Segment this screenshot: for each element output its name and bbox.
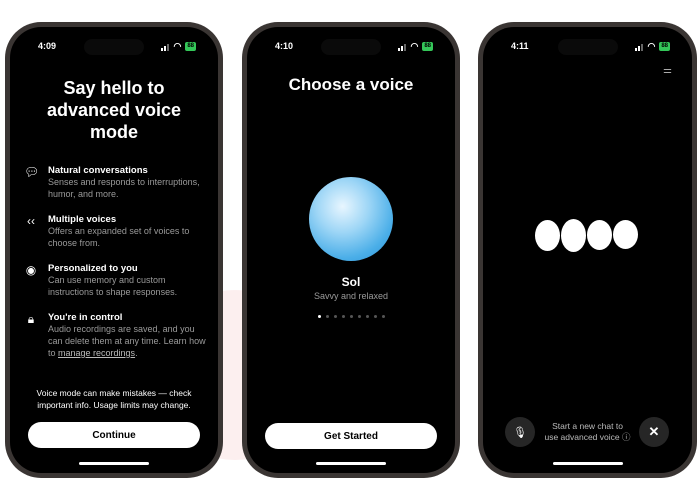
phone-choose-voice: 4:10 ◠ 88 Choose a voice Sol Savvy and re… (242, 22, 460, 478)
info-icon[interactable]: ⓘ (622, 432, 631, 442)
status-bar: 4:11 ◠ 88 (483, 39, 692, 55)
new-chat-hint: Start a new chat to use advanced voice ⓘ (544, 421, 631, 442)
voice-orb[interactable] (309, 177, 393, 261)
wifi-icon: ◠ (647, 41, 656, 51)
feature-natural: 💬︎ Natural conversations Senses and respon… (24, 165, 200, 199)
close-button[interactable]: ✕ (639, 417, 669, 447)
battery-icon: 88 (659, 42, 670, 51)
page-indicator[interactable] (247, 315, 455, 318)
wifi-icon: ◠ (410, 41, 419, 51)
phone-voice-mode: 4:11 ◠ 88 ⚌ 🎙︎ Start a new chat to use adv… (478, 22, 697, 478)
continue-button[interactable]: Continue (28, 422, 200, 448)
get-started-button[interactable]: Get Started (265, 423, 437, 449)
voice-visualizer (535, 219, 638, 252)
settings-sliders-icon[interactable]: ⚌ (663, 65, 672, 76)
page-dot[interactable] (317, 315, 321, 318)
feature-voices: ‹‹ Multiple voices Offers an expanded set … (24, 214, 208, 249)
page-dot[interactable] (373, 315, 377, 318)
page-title: Choose a voice (288, 75, 414, 94)
phone-intro: 4:09 ◠ 88 Say hello to advanced voice mode … (5, 22, 223, 478)
page-dot[interactable] (349, 315, 353, 318)
battery-icon: 88 (422, 42, 433, 51)
person-circle-icon: ◉ (25, 263, 37, 277)
page-dot[interactable] (341, 315, 345, 318)
feature-personalized: ◉ Personalized to you Can use memory and c… (25, 263, 178, 297)
page-dot[interactable] (325, 315, 329, 318)
manage-recordings-link[interactable]: manage recordings (58, 348, 135, 358)
page-dot[interactable] (381, 315, 385, 318)
status-bar: 4:09 ◠ 88 (10, 39, 218, 55)
microphone-button[interactable]: 🎙︎ (505, 417, 535, 447)
home-indicator (552, 462, 623, 465)
signal-icon (398, 43, 407, 51)
voices-icon: ‹‹ (27, 214, 35, 228)
chat-bubbles-icon: 💬︎ (24, 165, 40, 179)
close-icon: ✕ (648, 424, 660, 439)
voice-description: Savvy and relaxed (313, 291, 389, 301)
feature-control: 🔒︎ You're in control Audio recordings are … (24, 312, 208, 359)
battery-icon: 88 (185, 42, 196, 51)
page-dot[interactable] (365, 315, 369, 318)
home-indicator (316, 462, 386, 465)
microphone-icon: 🎙︎ (513, 426, 527, 439)
page-dot[interactable] (333, 315, 337, 318)
home-indicator (79, 462, 149, 465)
clock: 4:09 (38, 41, 57, 51)
page-dot[interactable] (357, 315, 361, 318)
voice-name: Sol (341, 275, 361, 289)
lock-icon: 🔒︎ (27, 312, 35, 326)
signal-icon (635, 43, 644, 51)
page-title: Say hello to advanced voice mode (46, 78, 182, 142)
status-bar: 4:10 ◠ 88 (247, 39, 455, 55)
signal-icon (161, 43, 170, 51)
wifi-icon: ◠ (173, 41, 182, 51)
disclaimer: Voice mode can make mistakes — check imp… (36, 388, 192, 410)
